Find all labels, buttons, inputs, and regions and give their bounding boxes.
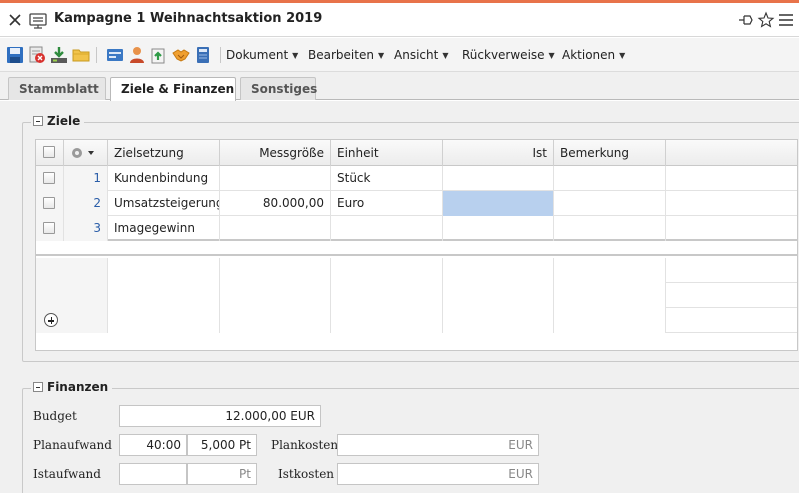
header-bemerkung[interactable]: Bemerkung bbox=[554, 140, 666, 166]
row-index: 1 bbox=[64, 166, 108, 191]
export-icon[interactable] bbox=[150, 46, 168, 64]
cell-einheit[interactable]: Euro bbox=[331, 191, 443, 216]
row-index: 3 bbox=[64, 216, 108, 241]
cell-einheit[interactable] bbox=[331, 216, 443, 241]
toolbar-separator bbox=[96, 47, 97, 63]
close-icon[interactable] bbox=[8, 13, 22, 27]
collapse-icon[interactable] bbox=[33, 382, 43, 392]
window-title: Kampagne 1 Weihnachtsaktion 2019 bbox=[54, 11, 323, 26]
planaufwand-label: Planaufwand bbox=[33, 438, 112, 452]
budget-label: Budget bbox=[33, 409, 77, 423]
gear-icon[interactable] bbox=[70, 146, 98, 160]
cell-messgroesse[interactable] bbox=[220, 166, 331, 191]
new-row[interactable] bbox=[36, 283, 797, 308]
row-checkbox[interactable] bbox=[43, 197, 55, 209]
istkosten-field[interactable]: EUR bbox=[337, 463, 539, 485]
row-checkbox[interactable] bbox=[43, 222, 55, 234]
menu-rueckverweise[interactable]: Rückverweise ▼ bbox=[462, 48, 555, 62]
caret-down-icon: ▼ bbox=[442, 51, 449, 60]
folder-icon[interactable] bbox=[72, 46, 90, 64]
row-index: 2 bbox=[64, 191, 108, 216]
cell-zielsetzung[interactable]: Imagegewinn bbox=[108, 216, 220, 241]
istaufwand-time-field[interactable] bbox=[119, 463, 187, 485]
person-icon[interactable] bbox=[128, 46, 146, 64]
content-area: Ziele Zielsetzung Messgröße Einheit Ist … bbox=[0, 101, 799, 493]
caret-down-icon: ▼ bbox=[619, 51, 626, 60]
delete-icon[interactable] bbox=[28, 46, 46, 64]
download-icon[interactable] bbox=[50, 46, 68, 64]
cell-einheit[interactable]: Stück bbox=[331, 166, 443, 191]
cell-zielsetzung[interactable]: Umsatzsteigerung bbox=[108, 191, 220, 216]
plankosten-label: Plankosten bbox=[271, 438, 339, 452]
campaign-icon bbox=[29, 13, 47, 29]
caret-down-icon: ▼ bbox=[292, 51, 299, 60]
table-row[interactable]: 1 Kundenbindung Stück bbox=[36, 166, 797, 191]
istaufwand-label: Istaufwand bbox=[33, 467, 101, 481]
cell-messgroesse[interactable]: 80.000,00 bbox=[220, 191, 331, 216]
tab-stammblatt[interactable]: Stammblatt bbox=[8, 77, 106, 100]
planaufwand-time-field[interactable]: 40:00 bbox=[119, 434, 187, 456]
ziele-group: Ziele Zielsetzung Messgröße Einheit Ist … bbox=[22, 114, 799, 362]
header-zielsetzung[interactable]: Zielsetzung bbox=[108, 140, 220, 166]
cell-zielsetzung[interactable]: Kundenbindung bbox=[108, 166, 220, 191]
menu-dokument[interactable]: Dokument ▼ bbox=[226, 48, 298, 62]
header-messgroesse[interactable]: Messgröße bbox=[220, 140, 331, 166]
table-row[interactable]: 2 Umsatzsteigerung 80.000,00 Euro bbox=[36, 191, 797, 216]
hamburger-menu-icon[interactable] bbox=[777, 11, 795, 29]
title-bar: Kampagne 1 Weihnachtsaktion 2019 bbox=[0, 3, 799, 37]
card-icon[interactable] bbox=[106, 46, 124, 64]
save-icon[interactable] bbox=[6, 46, 24, 64]
ziele-grid: Zielsetzung Messgröße Einheit Ist Bemerk… bbox=[35, 139, 798, 351]
tab-bar: Stammblatt Ziele & Finanzen Sonstiges bbox=[0, 72, 799, 101]
cell-bemerkung[interactable] bbox=[554, 191, 666, 216]
pin-icon[interactable] bbox=[737, 11, 755, 29]
cell-bemerkung[interactable] bbox=[554, 166, 666, 191]
cell-ist[interactable] bbox=[443, 216, 554, 241]
star-icon[interactable] bbox=[757, 11, 775, 29]
plankosten-field[interactable]: EUR bbox=[337, 434, 539, 456]
grid-header: Zielsetzung Messgröße Einheit Ist Bemerk… bbox=[36, 140, 797, 166]
grid-spacer bbox=[36, 242, 797, 256]
menu-bearbeiten[interactable]: Bearbeiten ▼ bbox=[308, 48, 384, 62]
new-row[interactable] bbox=[36, 308, 797, 333]
row-checkbox[interactable] bbox=[43, 172, 55, 184]
tab-sonstiges[interactable]: Sonstiges bbox=[240, 77, 317, 100]
finanzen-legend[interactable]: Finanzen bbox=[31, 380, 113, 394]
header-select-all[interactable] bbox=[36, 140, 64, 166]
handshake-icon[interactable] bbox=[172, 46, 190, 64]
new-row[interactable] bbox=[36, 258, 797, 283]
header-settings[interactable] bbox=[64, 140, 108, 166]
cell-ist[interactable] bbox=[443, 166, 554, 191]
istaufwand-pt-field[interactable]: Pt bbox=[187, 463, 257, 485]
budget-field[interactable]: 12.000,00 EUR bbox=[119, 405, 321, 427]
toolbar: Dokument ▼ Bearbeiten ▼ Ansicht ▼ Rückverwe… bbox=[0, 38, 799, 72]
select-all-checkbox[interactable] bbox=[43, 146, 55, 158]
notebook-icon[interactable] bbox=[194, 46, 212, 64]
header-ist[interactable]: Ist bbox=[443, 140, 554, 166]
caret-down-icon: ▼ bbox=[377, 51, 385, 60]
cell-messgroesse[interactable] bbox=[220, 216, 331, 241]
toolbar-separator bbox=[220, 47, 221, 63]
header-einheit[interactable]: Einheit bbox=[331, 140, 443, 166]
collapse-icon[interactable] bbox=[33, 116, 43, 126]
cell-bemerkung[interactable] bbox=[554, 216, 666, 241]
caret-down-icon: ▼ bbox=[548, 51, 555, 60]
istkosten-label: Istkosten bbox=[278, 467, 335, 481]
table-row[interactable]: 3 Imagegewinn bbox=[36, 216, 797, 241]
cell-ist-selected[interactable] bbox=[443, 191, 554, 216]
add-row-icon[interactable] bbox=[44, 313, 58, 327]
finanzen-group: Finanzen Budget 12.000,00 EUR Planaufwan… bbox=[22, 380, 799, 493]
ziele-legend[interactable]: Ziele bbox=[31, 114, 85, 128]
menu-aktionen[interactable]: Aktionen ▼ bbox=[562, 48, 625, 62]
tab-ziele-finanzen[interactable]: Ziele & Finanzen bbox=[110, 77, 236, 101]
planaufwand-pt-field[interactable]: 5,000 Pt bbox=[187, 434, 257, 456]
menu-ansicht[interactable]: Ansicht ▼ bbox=[394, 48, 448, 62]
